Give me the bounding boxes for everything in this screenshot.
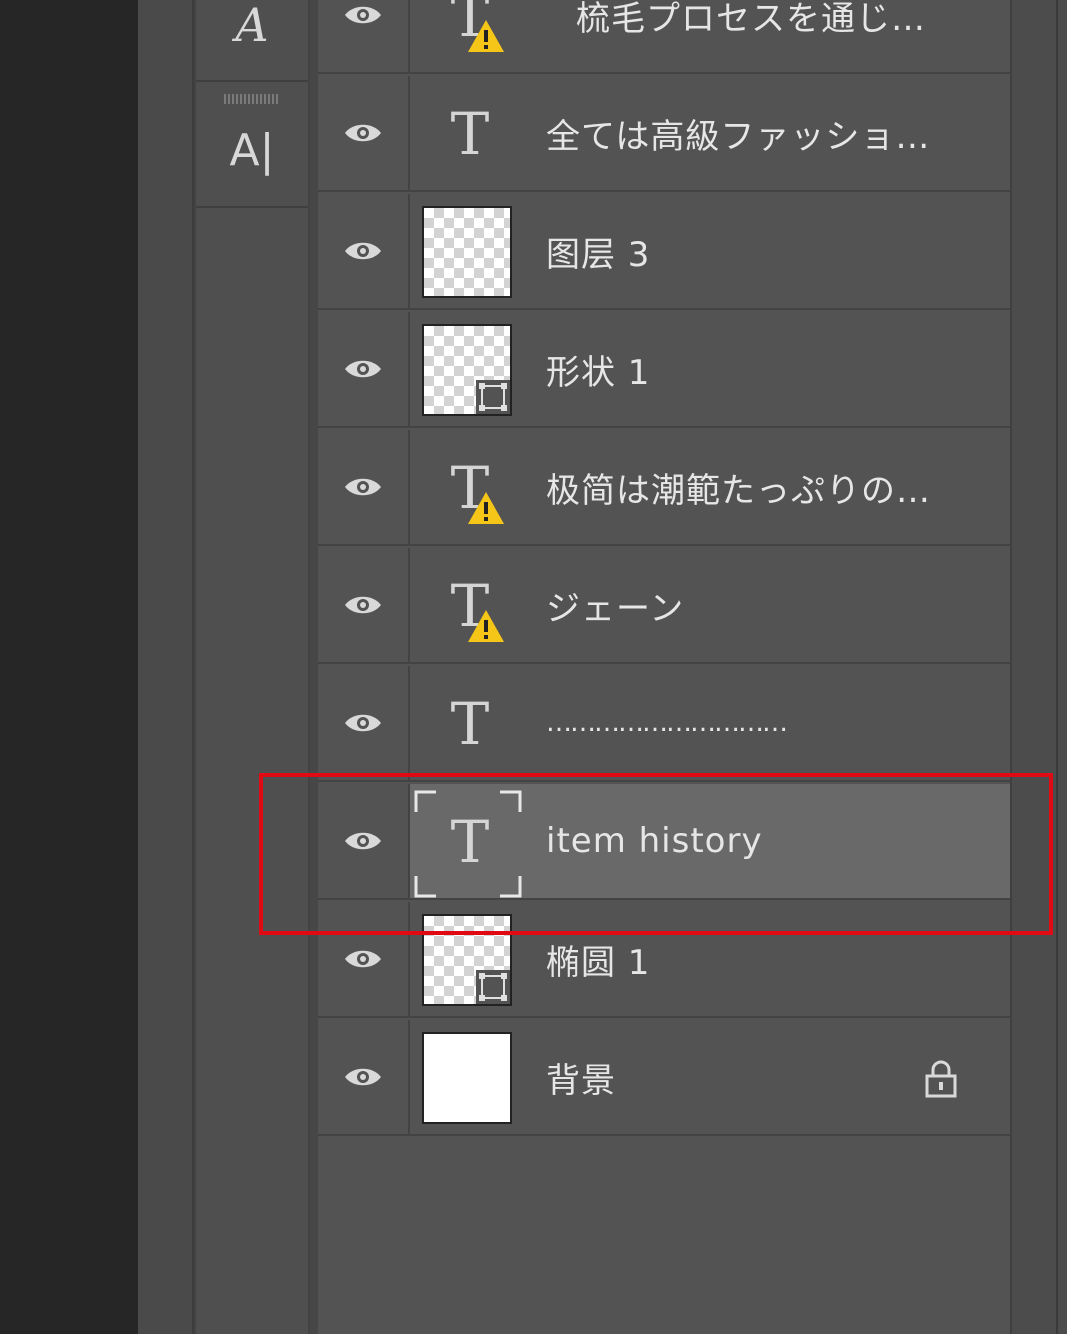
visibility-eye-icon[interactable] [318, 430, 410, 544]
layer-thumbnail [422, 1032, 512, 1124]
panel-divider [310, 0, 318, 1334]
layer-row[interactable]: T ………………………… [318, 666, 1010, 782]
text-layer-icon: T [450, 100, 490, 168]
visibility-eye-icon[interactable] [318, 902, 410, 1016]
layer-thumbnail [422, 206, 512, 298]
visibility-eye-icon[interactable] [318, 0, 410, 72]
visibility-eye-icon[interactable] [318, 1020, 410, 1134]
layer-name: ………………………… [546, 708, 788, 738]
visibility-eye-icon[interactable] [318, 312, 410, 426]
visibility-eye-icon[interactable] [318, 666, 410, 780]
layer-row[interactable]: 背景 [318, 1020, 1010, 1136]
layer-name: ジェーン [546, 588, 685, 629]
layer-name: 图层 3 [546, 234, 651, 275]
character-style-icon[interactable]: A [196, 0, 308, 82]
layer-name: 椭圆 1 [546, 942, 651, 983]
panel-scrollbar-track[interactable] [1010, 0, 1067, 1334]
layer-row[interactable]: T 全ては高級ファッショ… [318, 76, 1010, 192]
character-style-glyph: A [235, 0, 269, 52]
visibility-eye-icon[interactable] [318, 194, 410, 308]
lock-icon[interactable] [924, 1060, 958, 1098]
layer-name: 全ては高級ファッショ… [546, 116, 931, 157]
paragraph-style-glyph: A| [229, 124, 275, 176]
layer-name: 梳毛プロセスを通じ… [576, 0, 926, 39]
panel-tool-column: A A| [194, 0, 310, 1334]
visibility-eye-icon[interactable] [318, 784, 410, 898]
warning-icon [468, 610, 504, 642]
layer-row[interactable]: 图层 3 [318, 194, 1010, 310]
shape-layer-icon [476, 380, 510, 414]
layer-row[interactable]: 椭圆 1 [318, 902, 1010, 1018]
layer-name: 背景 [546, 1060, 616, 1101]
visibility-eye-icon[interactable] [318, 76, 410, 190]
layer-name: 极简は潮範たっぷりの… [546, 470, 931, 511]
layer-name: 形状 1 [546, 352, 651, 393]
paragraph-style-icon[interactable]: A| [196, 94, 308, 208]
app-background [0, 0, 138, 1334]
text-layer-icon: T [450, 690, 490, 758]
layer-name: item history [546, 821, 763, 861]
layer-row[interactable]: T 梳毛プロセスを通じ… [318, 0, 1010, 74]
warning-icon [468, 20, 504, 52]
dock-strip [138, 0, 194, 1334]
layer-row[interactable]: T 极简は潮範たっぷりの… [318, 430, 1010, 546]
shape-layer-icon [476, 970, 510, 1004]
layer-row[interactable]: 形状 1 [318, 312, 1010, 428]
layer-row[interactable]: T ジェーン [318, 548, 1010, 664]
layer-row-selected[interactable]: T item history [318, 784, 1010, 900]
text-layer-icon: T [450, 808, 490, 876]
visibility-eye-icon[interactable] [318, 548, 410, 662]
warning-icon [468, 492, 504, 524]
